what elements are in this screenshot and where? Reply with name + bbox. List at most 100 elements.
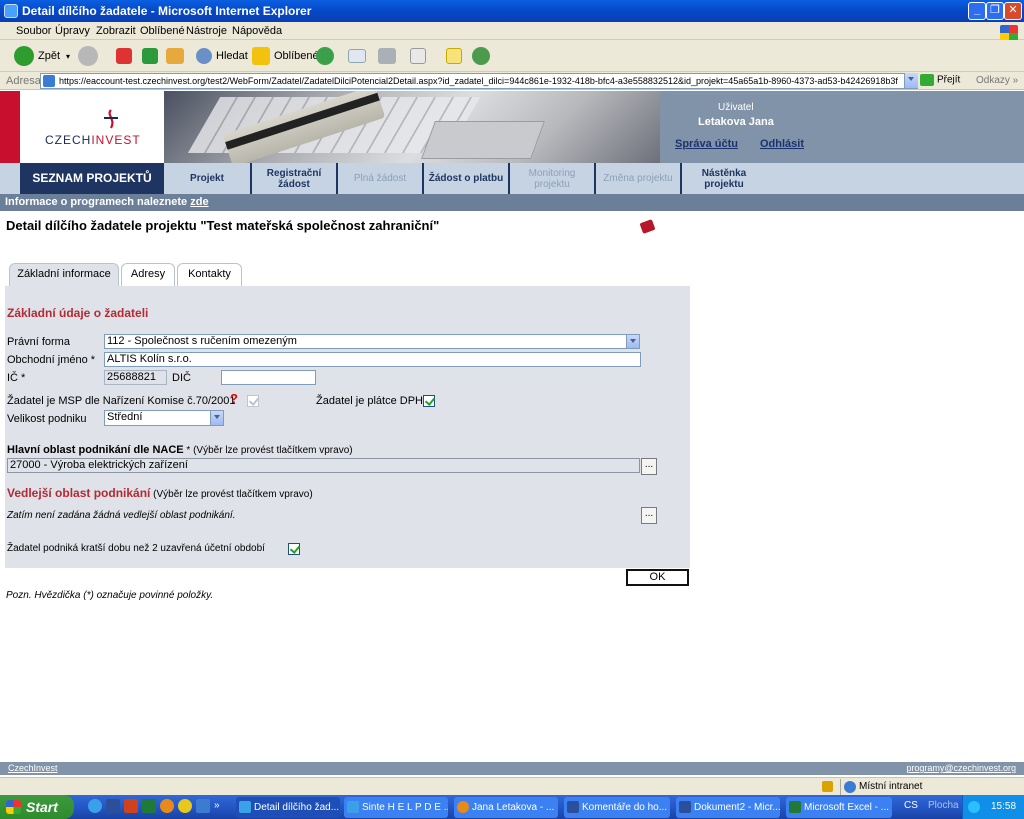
ic-field: 25688821 [104, 370, 167, 385]
nav-registration-request[interactable]: Registrační žádost [250, 163, 336, 194]
links-toolbar[interactable]: Odkazy » [976, 75, 1018, 86]
company-size-select[interactable]: Střední [104, 410, 224, 426]
task-mail[interactable]: Jana Letakova - ... [454, 797, 558, 818]
ie-quicklaunch-icon[interactable] [88, 799, 102, 813]
task-excel[interactable]: Microsoft Excel - ... [786, 797, 892, 818]
required-note: Pozn. Hvězdička (*) označuje povinné pol… [6, 590, 214, 601]
home-button[interactable] [166, 45, 188, 67]
maximize-button[interactable]: ❐ [986, 2, 1004, 20]
word-quicklaunch-icon[interactable] [106, 799, 120, 813]
go-button[interactable]: Přejít [920, 74, 960, 86]
business-name-field[interactable]: ALTIS Kolín s.r.o. [104, 352, 641, 367]
nav-payment-request[interactable]: Žádost o platbu [422, 163, 508, 194]
info-bar: Informace o programech naleznete zde [0, 194, 1024, 211]
messenger-button[interactable] [472, 45, 494, 67]
nace-select-button[interactable]: ... [641, 458, 657, 475]
tab-contacts[interactable]: Kontakty [177, 263, 242, 286]
address-bar: Adresa https://eaccount-test.czechinvest… [0, 72, 1024, 90]
business-name-value: ALTIS Kolín s.r.o. [107, 353, 192, 365]
legal-form-select[interactable]: 112 - Společnost s ručením omezeným [104, 334, 640, 349]
language-indicator[interactable]: CS [904, 800, 918, 811]
back-label: Zpět [38, 50, 61, 62]
short-period-checkbox[interactable] [288, 543, 300, 555]
company-size-value: Střední [107, 411, 143, 423]
printer-icon [378, 48, 396, 64]
history-button[interactable] [316, 45, 338, 67]
start-button[interactable]: Start [0, 795, 74, 819]
desktop-quicklaunch-icon[interactable] [196, 799, 210, 813]
window-title: Detail dílčího žadatele - Microsoft Inte… [22, 4, 312, 18]
nav-registration-line1: Registrační [266, 167, 322, 179]
nav-left-strip [0, 163, 20, 194]
task-comments[interactable]: Komentáře do ho... [564, 797, 670, 818]
footer-email-link[interactable]: programy@czechinvest.org [906, 763, 1016, 773]
close-button[interactable]: ✕ [1004, 2, 1022, 20]
ok-button[interactable]: OK [626, 569, 689, 586]
nav-board-line1: Nástěnka [701, 167, 747, 179]
start-label: Start [26, 799, 58, 815]
edit-button[interactable] [410, 45, 430, 67]
logo-mark-icon [104, 109, 118, 129]
menu-view[interactable]: Zobrazit [96, 25, 136, 37]
print-button[interactable] [378, 45, 400, 67]
menu-edit[interactable]: Úpravy [55, 25, 90, 37]
nav-project[interactable]: Projekt [164, 163, 250, 194]
nav-full-request-label: Plná žádost [353, 173, 407, 184]
nav-project-board[interactable]: Nástěnka projektu [680, 163, 766, 194]
network-icon[interactable] [968, 801, 980, 813]
desktop-toolbar[interactable]: Plocha [928, 800, 959, 811]
menu-file[interactable]: Soubor [16, 25, 51, 37]
messenger-quicklaunch-icon[interactable] [178, 799, 192, 813]
menu-favorites[interactable]: Oblíbené [140, 25, 185, 37]
minimize-button[interactable]: _ [968, 2, 986, 20]
discuss-button[interactable] [446, 45, 466, 67]
search-label: Hledat [216, 50, 248, 62]
task-ie-detail[interactable]: Detail dílčího žad... [236, 797, 340, 818]
excel-quicklaunch-icon[interactable] [142, 799, 156, 813]
menu-tools[interactable]: Nástroje [186, 25, 227, 37]
address-dropdown[interactable] [904, 73, 918, 89]
account-settings-link[interactable]: Správa účtu [675, 138, 738, 150]
chevron-right-icon[interactable]: » [214, 800, 220, 811]
tab-basic-info[interactable]: Základní informace [9, 263, 119, 287]
stop-button[interactable] [116, 45, 136, 67]
ic-label: IČ * [7, 372, 26, 384]
window-title-bar[interactable]: Detail dílčího žadatele - Microsoft Inte… [0, 0, 1024, 22]
logout-link[interactable]: Odhlásit [760, 138, 804, 150]
search-button[interactable]: Hledat [196, 45, 248, 67]
chevron-down-icon [626, 335, 639, 348]
app-quicklaunch-icon[interactable] [160, 799, 174, 813]
vat-payer-checkbox[interactable] [423, 395, 435, 407]
msp-help-icon[interactable]: ? [230, 391, 238, 406]
back-button[interactable]: Zpět ▾ [14, 45, 70, 67]
address-input[interactable]: https://eaccount-test.czechinvest.org/te… [40, 73, 918, 89]
tab-addresses[interactable]: Adresy [121, 263, 175, 286]
forward-button[interactable] [78, 45, 102, 67]
footer-czechinvest-link[interactable]: CzechInvest [8, 763, 58, 773]
nav-payment-label: Žádost o platbu [428, 173, 504, 184]
company-size-label: Velikost podniku [7, 413, 87, 425]
legal-form-label: Právní forma [7, 336, 70, 348]
logo-prefix: CZECH [45, 133, 92, 147]
nav-project-list[interactable]: SEZNAM PROJEKTŮ [20, 163, 164, 194]
toolbar: Zpět ▾ Hledat Oblíbené [0, 40, 1024, 72]
chevron-down-icon[interactable]: ▾ [66, 52, 70, 61]
help-book-icon[interactable] [639, 219, 656, 234]
favorites-button[interactable]: Oblíbené [252, 45, 319, 67]
task-label: Detail dílčího žad... [254, 802, 340, 813]
address-label: Adresa [6, 75, 41, 87]
msp-checkbox [247, 395, 259, 407]
task-helpdesk[interactable]: Sinte H E L P D E ... [344, 797, 448, 818]
info-link[interactable]: zde [190, 196, 208, 208]
task-document2[interactable]: Dokument2 - Micr... [676, 797, 780, 818]
mail-button[interactable] [348, 45, 370, 67]
page-title: Detail dílčího žadatele projektu "Test m… [6, 218, 440, 233]
task-label: Komentáře do ho... [582, 802, 668, 813]
powerpoint-quicklaunch-icon[interactable] [124, 799, 138, 813]
form-panel [5, 286, 690, 568]
dic-field[interactable] [221, 370, 316, 385]
czechinvest-logo[interactable]: CZECHINVEST [20, 91, 164, 163]
secondary-area-select-button[interactable]: ... [641, 507, 657, 524]
refresh-button[interactable] [142, 45, 162, 67]
menu-help[interactable]: Nápověda [232, 25, 282, 37]
